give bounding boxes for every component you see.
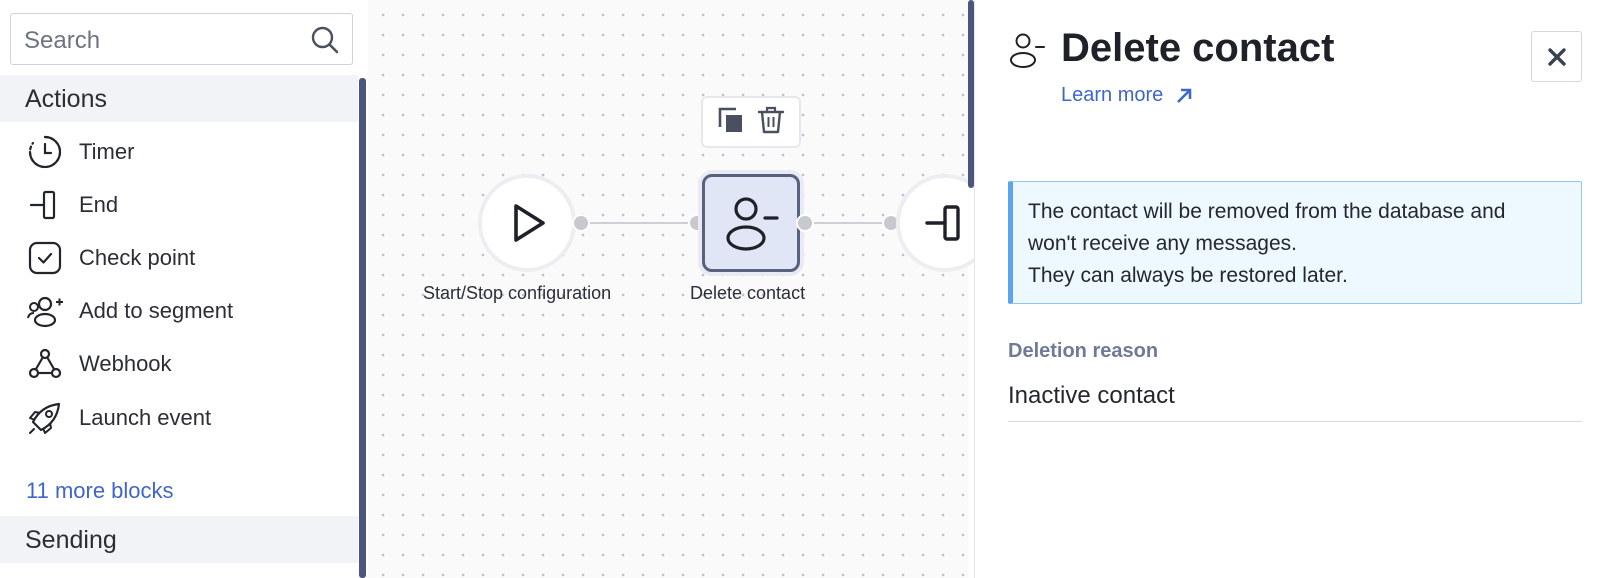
timer-icon: [25, 132, 65, 172]
close-button[interactable]: [1531, 31, 1582, 82]
trash-icon[interactable]: [756, 105, 786, 140]
learn-more-label: Learn more: [1061, 84, 1164, 106]
node-label: Start/Stop configuration: [423, 283, 612, 303]
blocks-sidebar: Search Actions Timer End Check point Add…: [0, 0, 368, 578]
canvas-scrollbar[interactable]: [968, 0, 974, 188]
block-item-label: Webhook: [79, 351, 172, 376]
section-actions: Actions: [0, 75, 358, 122]
search-input[interactable]: Search: [24, 27, 100, 55]
deletion-reason-label: Deletion reason: [1008, 340, 1159, 362]
block-item-timer[interactable]: Timer: [25, 132, 345, 172]
sidebar-scrollbar[interactable]: [359, 78, 366, 578]
info-notification: The contact will be removed from the dat…: [1008, 181, 1582, 304]
more-blocks-link[interactable]: 11 more blocks: [26, 478, 174, 504]
node-delete-contact[interactable]: [702, 174, 800, 272]
block-item-label: Timer: [79, 139, 135, 164]
info-line: won't receive any messages.: [1028, 232, 1297, 255]
panel-title: Delete contact: [1061, 26, 1335, 70]
learn-more-link[interactable]: Learn more: [1061, 84, 1193, 107]
end-icon: [25, 185, 65, 225]
block-item-end[interactable]: End: [25, 185, 345, 225]
end-icon: [925, 205, 960, 241]
node-output-port[interactable]: [572, 214, 590, 232]
block-item-webhook[interactable]: Webhook: [25, 344, 345, 384]
connector-line: [804, 222, 894, 224]
webhook-icon: [25, 344, 65, 384]
copy-icon[interactable]: [716, 105, 746, 140]
delete-contact-icon: [726, 197, 779, 251]
search-field[interactable]: Search: [10, 13, 353, 65]
info-line: They can always be restored later.: [1028, 264, 1348, 287]
node-toolbar: [701, 96, 801, 148]
external-link-icon: [1177, 88, 1192, 103]
node-output-port[interactable]: [796, 214, 814, 232]
rocket-icon: [25, 398, 65, 438]
block-item-check-point[interactable]: Check point: [25, 238, 345, 278]
block-item-label: Check point: [79, 245, 196, 270]
block-settings-panel: Delete contact Learn more The contact wi…: [975, 0, 1608, 578]
block-item-label: Launch event: [79, 405, 212, 430]
info-line: The contact will be removed from the dat…: [1028, 200, 1506, 223]
node-start-stop[interactable]: [478, 174, 576, 272]
node-label: Delete contact: [690, 283, 806, 303]
search-icon[interactable]: [310, 25, 340, 55]
block-item-launch-event[interactable]: Launch event: [25, 398, 345, 438]
delete-contact-icon: [1010, 33, 1045, 68]
play-icon: [514, 204, 545, 242]
close-icon: [1547, 47, 1566, 66]
check-point-icon: [25, 238, 65, 278]
section-sending: Sending: [0, 516, 358, 563]
connector-line: [580, 222, 698, 224]
add-to-segment-icon: [25, 291, 65, 331]
block-item-label: End: [79, 192, 119, 217]
block-item-label: Add to segment: [79, 298, 234, 323]
deletion-reason-field[interactable]: Inactive contact: [1008, 382, 1582, 422]
block-item-add-to-segment[interactable]: Add to segment: [25, 291, 345, 331]
